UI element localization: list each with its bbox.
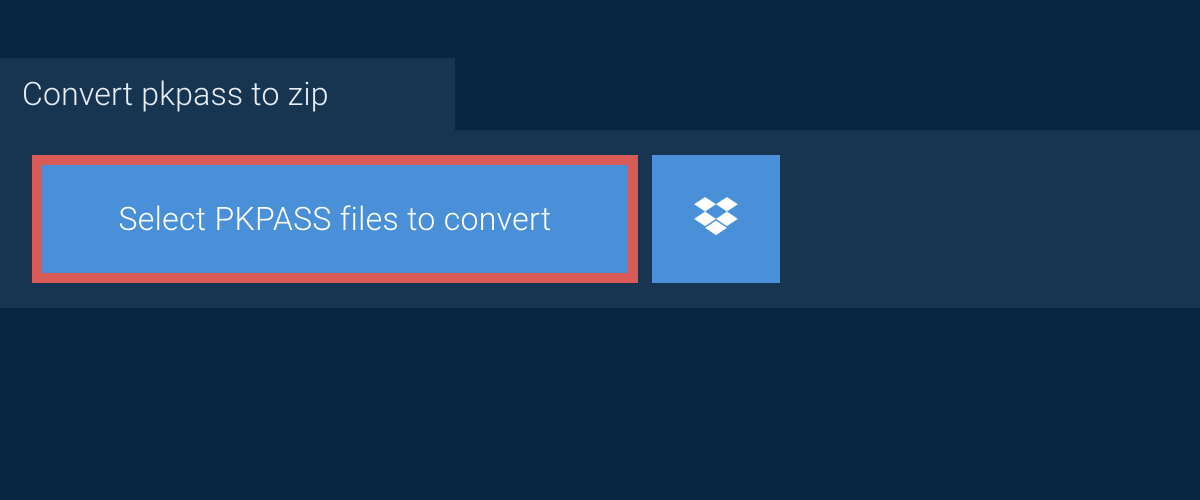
upload-actions: Select PKPASS files to convert [32, 155, 780, 283]
dropbox-icon [694, 197, 738, 241]
dropbox-upload-button[interactable] [652, 155, 780, 283]
select-files-button[interactable]: Select PKPASS files to convert [32, 155, 638, 283]
select-files-button-label: Select PKPASS files to convert [119, 200, 552, 238]
converter-tab-label: Convert pkpass to zip [22, 75, 329, 113]
converter-tab[interactable]: Convert pkpass to zip [0, 58, 455, 130]
